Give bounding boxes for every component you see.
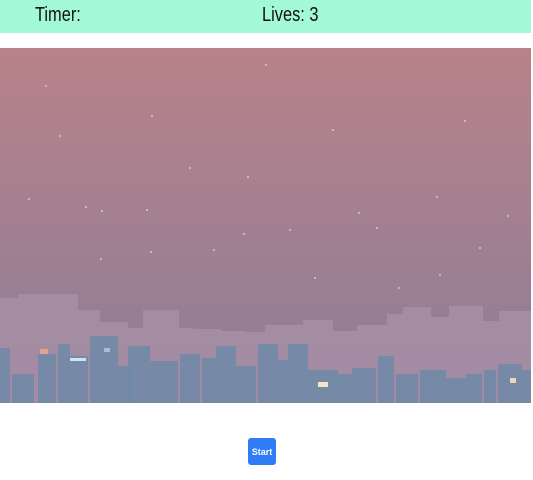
near-building — [278, 360, 288, 403]
star — [479, 247, 481, 249]
near-building — [12, 374, 34, 403]
star — [28, 198, 30, 200]
near-building — [352, 368, 376, 403]
star — [59, 135, 61, 137]
near-building — [288, 344, 308, 403]
near-building — [420, 370, 446, 403]
star — [100, 258, 102, 260]
lives-value: 3 — [309, 4, 319, 26]
star — [85, 206, 87, 208]
game-canvas[interactable] — [0, 48, 531, 403]
lives-display: Lives: 3 — [262, 3, 319, 27]
star — [150, 251, 152, 253]
star — [265, 64, 267, 66]
near-building — [180, 354, 200, 403]
near-building — [396, 374, 418, 403]
near-building — [202, 358, 216, 403]
timer-label: Timer: — [35, 4, 81, 26]
start-button[interactable]: Start — [248, 438, 276, 465]
city-night-scene — [0, 48, 531, 403]
star — [398, 287, 400, 289]
near-building — [68, 356, 88, 403]
near-building — [484, 370, 496, 403]
near-building — [446, 378, 466, 403]
star — [507, 215, 509, 217]
star — [436, 196, 438, 198]
near-building — [38, 354, 56, 403]
lit-window — [40, 349, 48, 354]
lit-window — [318, 382, 328, 387]
timer-display: Timer: — [35, 3, 81, 27]
near-building — [216, 346, 236, 403]
lit-window — [70, 358, 86, 361]
star — [45, 85, 47, 87]
star — [101, 210, 103, 212]
star — [332, 129, 334, 131]
near-building — [338, 374, 352, 403]
star — [213, 249, 215, 251]
star — [247, 176, 249, 178]
near-building — [258, 344, 278, 403]
star — [464, 120, 466, 122]
star — [439, 274, 441, 276]
near-building — [128, 346, 150, 403]
hud-bar: Timer: Lives: 3 — [0, 0, 531, 33]
star — [151, 115, 153, 117]
near-building — [90, 336, 118, 403]
star — [358, 212, 360, 214]
near-building — [150, 361, 178, 403]
star — [146, 209, 148, 211]
star — [314, 277, 316, 279]
star — [189, 167, 191, 169]
game-page: Timer: Lives: 3 Start — [0, 0, 533, 480]
lives-label: Lives: — [262, 4, 305, 26]
star — [289, 229, 291, 231]
lit-window — [510, 378, 516, 383]
near-building — [522, 370, 531, 403]
near-building — [0, 348, 10, 403]
star — [376, 227, 378, 229]
near-building — [236, 366, 256, 403]
star — [243, 233, 245, 235]
near-building — [498, 364, 522, 403]
near-building — [466, 374, 482, 403]
near-building — [378, 356, 394, 403]
lit-window — [104, 348, 110, 352]
